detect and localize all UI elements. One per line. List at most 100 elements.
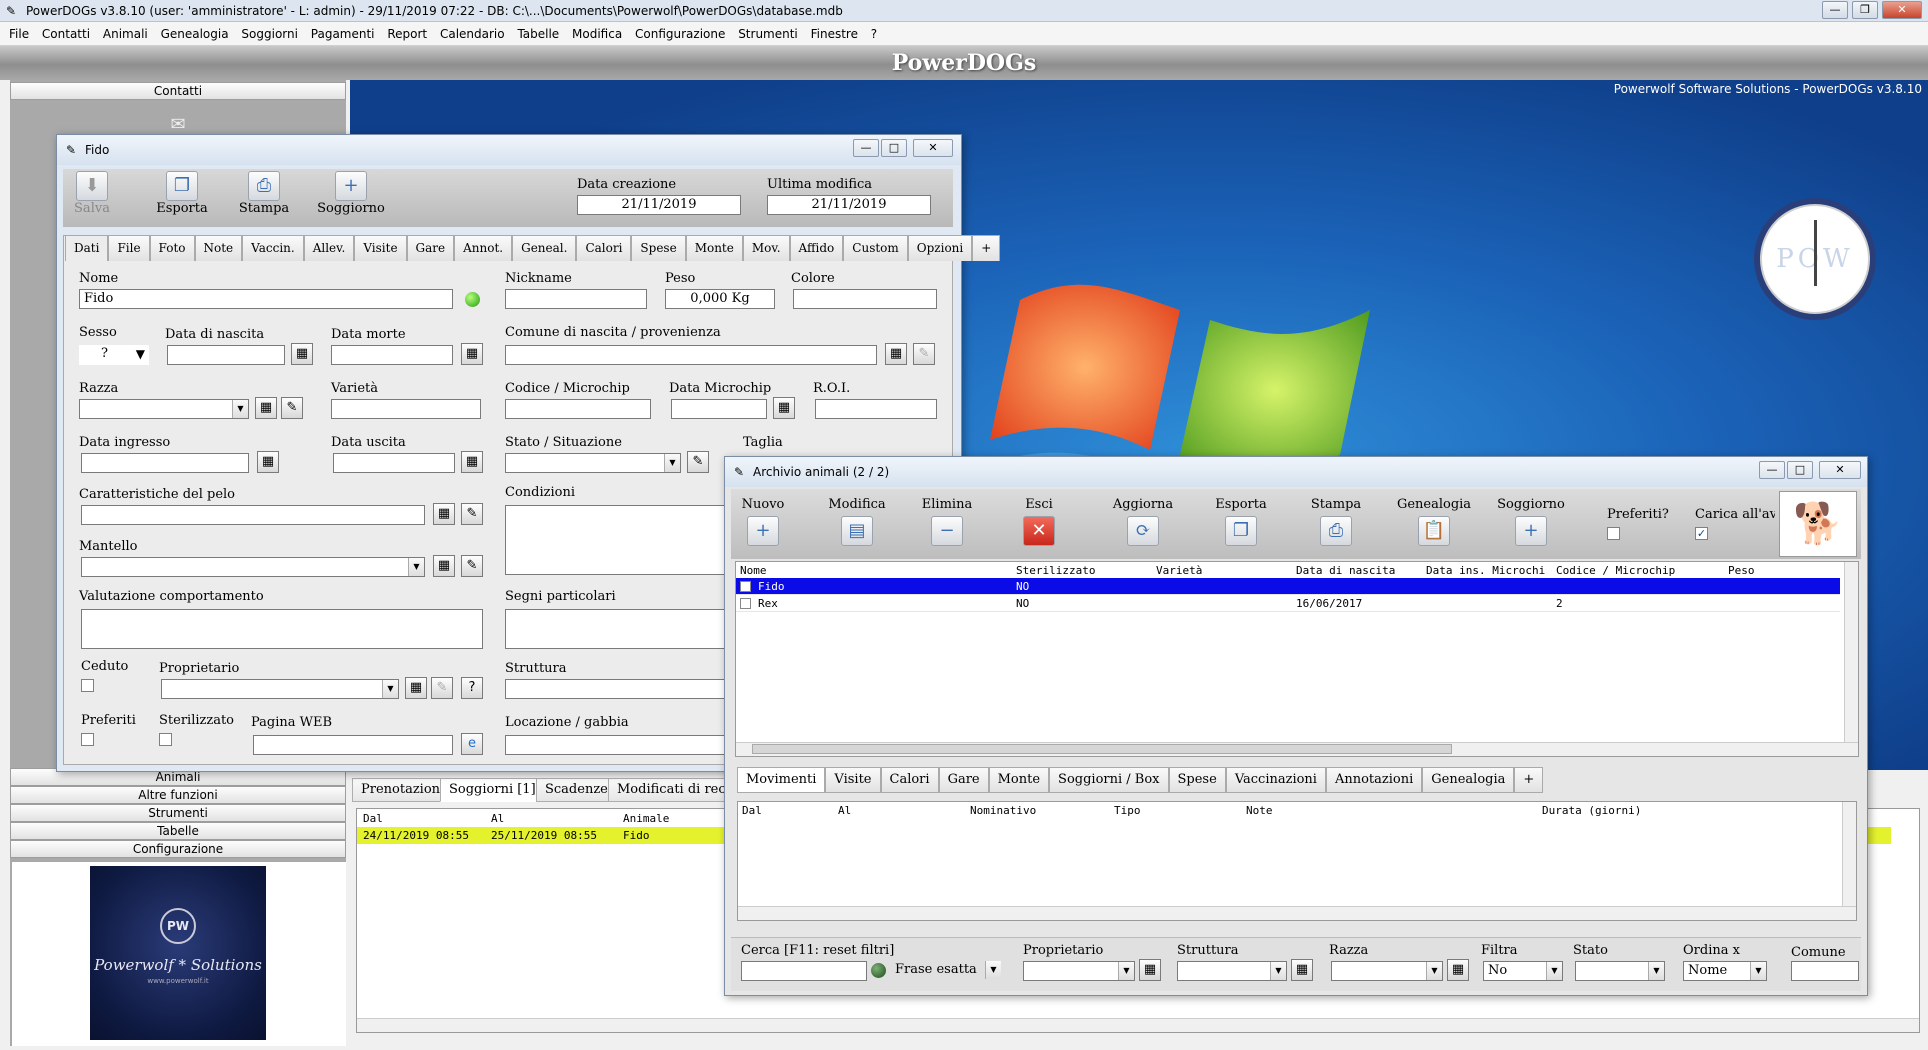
struttura-input[interactable]	[505, 679, 725, 699]
comune-input[interactable]	[505, 345, 877, 365]
animals-vscrollbar[interactable]	[1844, 562, 1858, 742]
archivio-tab-3[interactable]: Gare	[938, 767, 989, 793]
stampa-button[interactable]: ⎙ Stampa	[233, 171, 295, 216]
menu-file[interactable]: File	[9, 22, 29, 46]
menu-contatti[interactable]: Contatti	[42, 22, 90, 46]
filtro-razza-select[interactable]: ▼	[1331, 961, 1443, 981]
animal-row[interactable]: Rex NO 16/06/2017 2	[736, 595, 1840, 612]
left-configurazione-button[interactable]: Configurazione	[10, 840, 346, 858]
menu-modifica[interactable]: Modifica	[572, 22, 622, 46]
menu-strumenti[interactable]: Strumenti	[738, 22, 798, 46]
archivio-tab-2[interactable]: Calori	[880, 767, 939, 793]
filtro-comune-input[interactable]	[1791, 961, 1859, 981]
tab-modificati[interactable]: Modificati di recen	[608, 778, 728, 802]
animal-row[interactable]: Fido NO	[736, 578, 1840, 595]
filtro-stato-select[interactable]: ▼	[1575, 961, 1665, 981]
esporta-button[interactable]: ❐ Esporta	[151, 171, 213, 216]
ceduto-checkbox[interactable]	[81, 679, 94, 692]
menu-pagamenti[interactable]: Pagamenti	[311, 22, 375, 46]
proprietario-help-icon[interactable]: ?	[461, 677, 483, 699]
calendar-microchip-icon[interactable]: ▦	[773, 397, 795, 419]
animals-col-nome[interactable]: Nome	[740, 564, 767, 577]
archivio-tab-7[interactable]: Vaccinazioni	[1225, 767, 1326, 793]
data-microchip-input[interactable]	[671, 399, 767, 419]
fido-tab-14[interactable]: Affido	[789, 235, 844, 261]
animals-hscroll-thumb[interactable]	[752, 744, 1452, 754]
archivio-tab-10[interactable]: +	[1514, 767, 1544, 793]
fido-tab-9[interactable]: Geneal.	[512, 235, 577, 261]
fido-tab-8[interactable]: Annot.	[454, 235, 513, 261]
elimina-button[interactable]: Elimina −	[911, 497, 983, 546]
filtro-proprietario-lookup-icon[interactable]: ▦	[1139, 959, 1161, 981]
razza-lookup-icon[interactable]: ▦	[255, 397, 277, 419]
varieta-input[interactable]	[331, 399, 481, 419]
data-uscita-input[interactable]	[333, 453, 455, 473]
archivio-tab-5[interactable]: Soggiorni / Box	[1049, 767, 1169, 793]
esci-button[interactable]: Esci ✕	[1009, 497, 1069, 546]
animals-hscrollbar[interactable]	[736, 742, 1858, 756]
animal-row-checkbox[interactable]	[740, 581, 751, 592]
animals-col-sterilizzato[interactable]: Sterilizzato	[1016, 564, 1095, 577]
menu-genealogia[interactable]: Genealogia	[161, 22, 229, 46]
left-altre-funzioni-button[interactable]: Altre funzioni	[10, 786, 346, 804]
filtro-struttura-lookup-icon[interactable]: ▦	[1291, 959, 1313, 981]
menu-calendario[interactable]: Calendario	[440, 22, 505, 46]
calendar-morte-icon[interactable]: ▦	[461, 343, 483, 365]
archivio-tab-0[interactable]: Movimenti	[737, 767, 826, 793]
archivio-esporta-button[interactable]: Esporta ❐	[1205, 497, 1277, 546]
sesso-select[interactable]: ? ▼	[79, 345, 149, 365]
fido-tab-6[interactable]: Visite	[354, 235, 407, 261]
pagina-web-input[interactable]	[253, 735, 453, 755]
movimenti-col-5[interactable]: Durata (giorni)	[1542, 804, 1641, 817]
fido-tab-15[interactable]: Custom	[843, 235, 908, 261]
animals-col-nascita[interactable]: Data di nascita	[1296, 564, 1395, 577]
movimenti-hscrollbar[interactable]	[738, 906, 1856, 920]
segni-textarea[interactable]	[505, 609, 725, 649]
preferiti-checkbox[interactable]	[81, 733, 94, 746]
menu-animali[interactable]: Animali	[103, 22, 148, 46]
maximize-button[interactable]: ❐	[1852, 1, 1878, 19]
minimize-button[interactable]: —	[1822, 1, 1848, 19]
archivio-maximize-button[interactable]: □	[1787, 461, 1813, 479]
pelo-edit-icon[interactable]: ✎	[461, 503, 483, 525]
pelo-input[interactable]	[81, 505, 425, 525]
locazione-input[interactable]	[505, 735, 725, 755]
colore-input[interactable]	[793, 289, 937, 309]
nuovo-button[interactable]: Nuovo +	[735, 497, 791, 546]
preferiti-filter-checkbox[interactable]	[1607, 527, 1620, 540]
movimenti-vscrollbar[interactable]	[1842, 802, 1856, 906]
cerca-input[interactable]	[741, 961, 867, 981]
menu-tabelle[interactable]: Tabelle	[517, 22, 559, 46]
data-morte-input[interactable]	[331, 345, 453, 365]
modifica-button[interactable]: Modifica ▤	[821, 497, 893, 546]
mantello-select[interactable]: ▼	[81, 557, 425, 577]
fido-close-button[interactable]: ✕	[913, 139, 953, 157]
movimenti-col-4[interactable]: Note	[1246, 804, 1273, 817]
animals-col-codice[interactable]: Codice / Microchip	[1556, 564, 1675, 577]
fido-tab-17[interactable]: +	[972, 235, 1001, 261]
archivio-close-button[interactable]: ✕	[1819, 461, 1861, 479]
fido-tab-2[interactable]: Foto	[149, 235, 195, 261]
archivio-tab-8[interactable]: Annotazioni	[1325, 767, 1423, 793]
data-nascita-input[interactable]	[167, 345, 285, 365]
nickname-input[interactable]	[505, 289, 647, 309]
archivio-tab-9[interactable]: Genealogia	[1422, 767, 1515, 793]
proprietario-edit-icon[interactable]: ✎	[431, 677, 453, 699]
mantello-edit-icon[interactable]: ✎	[461, 555, 483, 577]
left-strumenti-button[interactable]: Strumenti	[10, 804, 346, 822]
sterilizzato-checkbox[interactable]	[159, 733, 172, 746]
filtro-struttura-select[interactable]: ▼	[1177, 961, 1287, 981]
tab-prenotazioni[interactable]: Prenotazioni	[352, 778, 454, 802]
animals-col-varieta[interactable]: Varietà	[1156, 564, 1202, 577]
archivio-tab-4[interactable]: Monte	[988, 767, 1050, 793]
fido-tab-16[interactable]: Opzioni	[907, 235, 973, 261]
roi-input[interactable]	[815, 399, 937, 419]
fido-tab-12[interactable]: Monte	[685, 235, 743, 261]
nome-input[interactable]: Fido	[79, 289, 453, 309]
fido-minimize-button[interactable]: —	[853, 139, 879, 157]
fido-tab-3[interactable]: Note	[194, 235, 243, 261]
movimenti-col-2[interactable]: Nominativo	[970, 804, 1036, 817]
archivio-tab-6[interactable]: Spese	[1168, 767, 1226, 793]
razza-edit-icon[interactable]: ✎	[281, 397, 303, 419]
calendar-ingresso-icon[interactable]: ▦	[257, 451, 279, 473]
